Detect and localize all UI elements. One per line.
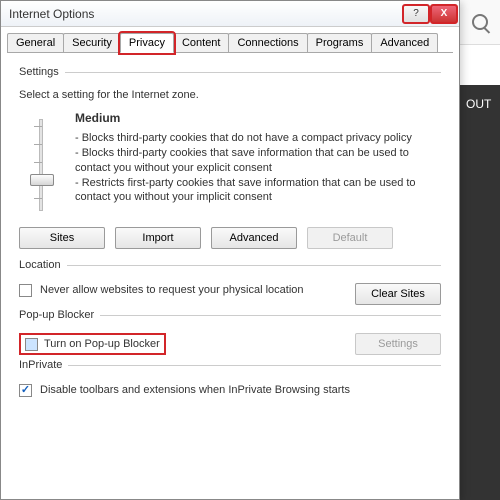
- browser-toolbar: [460, 0, 500, 45]
- titlebar: Internet Options ? X: [1, 1, 459, 27]
- location-legend: Location: [19, 259, 67, 271]
- popup-blocker-group: Pop-up Blocker Turn on Pop-up Blocker Se…: [19, 309, 441, 355]
- never-allow-label: Never allow websites to request your phy…: [40, 283, 347, 297]
- clear-sites-button[interactable]: Clear Sites: [355, 283, 441, 305]
- close-button[interactable]: X: [431, 5, 457, 23]
- slider-thumb[interactable]: [30, 174, 54, 186]
- popup-checkbox[interactable]: [25, 338, 38, 351]
- advanced-button[interactable]: Advanced: [211, 227, 297, 249]
- tab-content[interactable]: Content: [173, 33, 230, 53]
- privacy-panel: Settings Select a setting for the Intern…: [1, 54, 459, 405]
- settings-legend: Settings: [19, 66, 65, 78]
- settings-group: Settings Select a setting for the Intern…: [19, 66, 441, 255]
- inprivate-group: InPrivate Disable toolbars and extension…: [19, 359, 441, 397]
- privacy-bullet-1: - Blocks third-party cookies that do not…: [75, 131, 441, 146]
- tab-advanced[interactable]: Advanced: [371, 33, 438, 53]
- tab-programs[interactable]: Programs: [307, 33, 373, 53]
- never-allow-checkbox[interactable]: [19, 284, 32, 297]
- privacy-bullet-3: - Restricts first-party cookies that sav…: [75, 176, 441, 206]
- tab-strip: General Security Privacy Content Connect…: [1, 27, 459, 53]
- popup-legend: Pop-up Blocker: [19, 309, 100, 321]
- privacy-bullet-2: - Blocks third-party cookies that save i…: [75, 146, 441, 176]
- help-button[interactable]: ?: [403, 5, 429, 23]
- inprivate-label: Disable toolbars and extensions when InP…: [40, 383, 441, 397]
- tab-privacy[interactable]: Privacy: [120, 33, 174, 53]
- inprivate-checkbox[interactable]: [19, 384, 32, 397]
- internet-options-dialog: Internet Options ? X General Security Pr…: [0, 0, 460, 500]
- bg-label: OUT: [466, 97, 491, 111]
- inprivate-legend: InPrivate: [19, 359, 68, 371]
- privacy-level-name: Medium: [75, 111, 441, 125]
- page-background: OUT: [460, 85, 500, 500]
- popup-highlight: Turn on Pop-up Blocker: [19, 333, 166, 355]
- privacy-slider[interactable]: [19, 111, 63, 211]
- popup-label: Turn on Pop-up Blocker: [44, 338, 160, 350]
- tab-general[interactable]: General: [7, 33, 64, 53]
- import-button[interactable]: Import: [115, 227, 201, 249]
- tab-connections[interactable]: Connections: [228, 33, 307, 53]
- tab-security[interactable]: Security: [63, 33, 121, 53]
- sites-button[interactable]: Sites: [19, 227, 105, 249]
- dialog-title: Internet Options: [9, 7, 94, 21]
- popup-settings-button: Settings: [355, 333, 441, 355]
- location-group: Location Never allow websites to request…: [19, 259, 441, 305]
- search-icon[interactable]: [472, 14, 488, 30]
- default-button: Default: [307, 227, 393, 249]
- settings-intro: Select a setting for the Internet zone.: [19, 89, 441, 101]
